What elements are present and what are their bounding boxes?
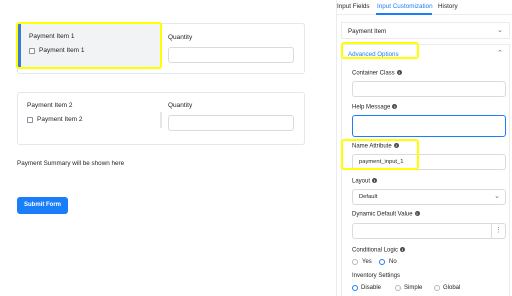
payment-item-panel-title: Payment Item: [348, 28, 387, 35]
help-message-label: Help Message i: [352, 104, 398, 111]
conditional-no-label: No: [389, 259, 397, 265]
quantity-2-label: Quantity: [168, 102, 193, 109]
conditional-no-radio[interactable]: [379, 259, 385, 265]
container-class-label: Container Class i: [352, 70, 402, 77]
highlight-name-attribute: [341, 139, 419, 170]
chevron-down-icon[interactable]: ⌄: [497, 26, 503, 34]
info-icon: i: [372, 178, 378, 183]
sidebar-tabs: Input Fields Input Customization History: [337, 0, 512, 15]
quantity-1-label: Quantity: [168, 34, 193, 41]
quantity-2-input[interactable]: [168, 115, 294, 131]
more-options-icon[interactable]: ⋮: [491, 224, 505, 238]
inventory-global-label: Global: [443, 285, 461, 291]
info-icon: i: [414, 211, 420, 216]
info-icon: i: [400, 247, 406, 252]
highlight-payment-item-1: [16, 22, 162, 69]
submit-form-button[interactable]: Submit Form: [17, 197, 68, 214]
conditional-logic-label: Conditional Logic i: [352, 247, 406, 254]
container-class-input[interactable]: [352, 81, 506, 97]
conditional-yes-label: Yes: [362, 259, 372, 265]
active-tab-indicator: [376, 13, 432, 15]
chevron-down-icon: ⌄: [494, 193, 500, 200]
payment-item-2-option: Payment Item 2: [37, 116, 83, 123]
settings-sidebar: Input Fields Input Customization History…: [336, 0, 512, 296]
chevron-up-icon[interactable]: ⌃: [497, 49, 503, 57]
tab-input-customization[interactable]: Input Customization: [377, 3, 433, 10]
help-message-textarea[interactable]: [352, 115, 506, 137]
form-canvas: Payment Item 1 Payment Item 1 Quantity P…: [0, 0, 330, 296]
inventory-simple-radio[interactable]: [395, 285, 401, 291]
layout-select-value: Default: [359, 194, 378, 200]
tab-history[interactable]: History: [438, 3, 458, 10]
info-icon: i: [392, 104, 398, 109]
payment-summary-text: Payment Summary will be shown here: [17, 160, 125, 167]
conditional-yes-radio[interactable]: [352, 259, 358, 265]
inventory-global-radio[interactable]: [434, 285, 440, 291]
payment-item-2-checkbox[interactable]: [27, 117, 33, 123]
advanced-options-panel: Advanced Options ⌃ Container Class i Help…: [341, 44, 510, 296]
info-icon: i: [396, 70, 402, 75]
dynamic-default-label: Dynamic Default Value i: [352, 211, 420, 218]
payment-item-panel-header[interactable]: Payment Item ⌄: [341, 22, 510, 39]
inventory-disable-label: Disable: [361, 285, 382, 291]
layout-label: Layout i: [352, 178, 378, 185]
payment-item-2-label: Payment Item 2: [27, 102, 73, 109]
column-divider: [160, 112, 162, 128]
highlight-advanced-options: [341, 42, 419, 59]
tab-input-fields[interactable]: Input Fields: [337, 3, 370, 10]
dynamic-default-input[interactable]: ⋮: [352, 223, 506, 239]
inventory-disable-radio[interactable]: [352, 285, 358, 291]
quantity-1-input[interactable]: [168, 47, 294, 63]
inventory-settings-label: Inventory Settings: [352, 273, 401, 279]
layout-select[interactable]: Default ⌄: [352, 189, 506, 205]
inventory-simple-label: Simple: [404, 285, 423, 291]
